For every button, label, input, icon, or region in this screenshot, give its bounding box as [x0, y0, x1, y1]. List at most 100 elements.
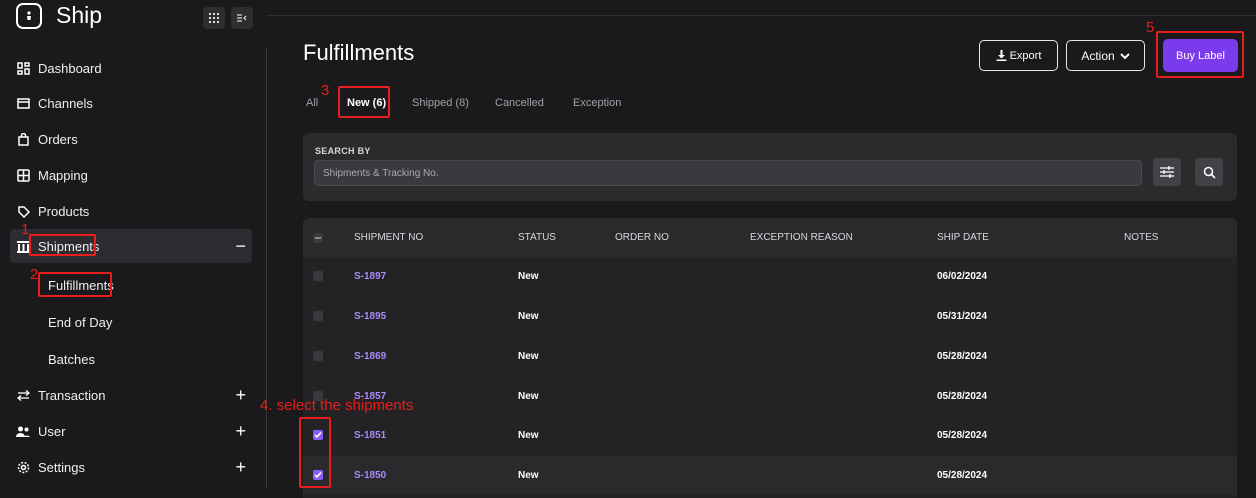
tab-all[interactable]: All	[306, 97, 318, 109]
apps-grid-icon	[209, 13, 219, 23]
sidebar-item-label: Mapping	[38, 167, 88, 183]
row-checkbox[interactable]	[313, 351, 323, 361]
minus-icon	[315, 237, 321, 239]
sidebar-subitem-end-of-day[interactable]: End of Day	[48, 315, 112, 330]
status-cell: New	[518, 470, 539, 481]
table-row[interactable]: S-1869 New 05/28/2024	[303, 337, 1237, 376]
search-icon	[1203, 166, 1216, 179]
sidebar-item-mapping[interactable]: Mapping	[10, 158, 252, 192]
column-header[interactable]: NOTES	[1124, 232, 1158, 243]
shipment-link[interactable]: S-1850	[354, 470, 386, 481]
ship-logo-icon	[16, 2, 42, 29]
sidebar-item-orders[interactable]: Orders	[10, 122, 252, 156]
annotation-box-shipments	[29, 234, 96, 256]
sidebar-item-products[interactable]: Products	[10, 194, 252, 228]
ship-date-cell: 05/28/2024	[937, 470, 988, 481]
sidebar-item-user[interactable]: User +	[10, 414, 252, 448]
apps-grid-button[interactable]	[203, 7, 225, 29]
sidebar-item-label: Settings	[38, 459, 85, 475]
sliders-icon	[1160, 166, 1174, 178]
collapse-toggle[interactable]: −	[235, 236, 246, 257]
collapse-icon	[237, 14, 247, 22]
users-icon	[16, 424, 30, 438]
annotation-box-checkboxes	[299, 417, 331, 488]
table-row[interactable]: S-1857 New 05/28/2024	[303, 377, 1237, 416]
sidebar-item-label: User	[38, 423, 66, 439]
building-icon	[16, 239, 30, 253]
brand: Ship	[16, 2, 102, 29]
search-input[interactable]	[314, 160, 1142, 186]
table-header: SHIPMENT NO STATUS ORDER NO EXCEPTION RE…	[303, 218, 1237, 257]
annotation-number: 5	[1146, 19, 1155, 36]
ship-date-cell: 05/28/2024	[937, 351, 988, 362]
table-row[interactable]: S-1851 New 05/28/2024	[303, 416, 1237, 455]
grid-icon	[16, 61, 30, 75]
sidebar-item-label: Products	[38, 203, 90, 219]
search-panel: SEARCH BY	[303, 133, 1237, 201]
shipments-table: SHIPMENT NO STATUS ORDER NO EXCEPTION RE…	[303, 218, 1237, 498]
shipment-link[interactable]: S-1851	[354, 430, 386, 441]
export-label: Export	[1009, 49, 1042, 62]
topbar-divider	[267, 15, 1256, 16]
annotation-box-new-tab	[338, 86, 390, 118]
sidebar-item-label: Orders	[38, 131, 78, 147]
chevron-down-icon	[1119, 52, 1130, 59]
tab-exception[interactable]: Exception	[573, 97, 621, 109]
swap-icon	[16, 388, 30, 402]
search-label: SEARCH BY	[315, 146, 371, 156]
column-header[interactable]: STATUS	[518, 232, 556, 243]
annotation-number: 3	[321, 82, 330, 99]
shipment-link[interactable]: S-1897	[354, 271, 386, 282]
status-cell: New	[518, 311, 539, 322]
row-checkbox[interactable]	[313, 271, 323, 281]
search-button[interactable]	[1195, 158, 1223, 186]
tab-cancelled[interactable]: Cancelled	[495, 97, 544, 109]
shipment-link[interactable]: S-1869	[354, 351, 386, 362]
status-cell: New	[518, 430, 539, 441]
table-row[interactable]: S-1895 New 05/31/2024	[303, 297, 1237, 336]
export-button[interactable]: Export	[979, 40, 1058, 71]
tag-icon	[16, 204, 30, 218]
status-cell: New	[518, 351, 539, 362]
annotation-box-fulfillments	[38, 272, 112, 297]
brand-title: Ship	[56, 2, 103, 28]
sidebar-item-settings[interactable]: Settings +	[10, 450, 252, 484]
ship-date-cell: 05/28/2024	[937, 391, 988, 402]
table-row[interactable]: S-1850 New 05/28/2024	[303, 456, 1237, 495]
select-all-checkbox[interactable]	[313, 233, 323, 243]
action-label: Action	[1081, 48, 1115, 63]
gear-icon	[16, 460, 30, 474]
ship-date-cell: 05/31/2024	[937, 311, 988, 322]
page-title: Fulfillments	[303, 40, 415, 65]
sidebar-subitem-batches[interactable]: Batches	[48, 352, 95, 367]
collapse-sidebar-button[interactable]	[231, 7, 253, 29]
shipment-link[interactable]: S-1895	[354, 311, 386, 322]
table-row[interactable]: S-1897 New 06/02/2024	[303, 257, 1237, 296]
expand-toggle[interactable]: +	[235, 421, 246, 442]
expand-toggle[interactable]: +	[235, 385, 246, 406]
column-header[interactable]: ORDER NO	[615, 232, 669, 243]
tab-shipped[interactable]: Shipped (8)	[412, 97, 469, 109]
bag-icon	[16, 132, 30, 146]
sidebar-item-label: Transaction	[38, 387, 106, 403]
sidebar-item-dashboard[interactable]: Dashboard	[10, 51, 252, 85]
sidebar-item-transaction[interactable]: Transaction +	[10, 378, 252, 412]
column-header[interactable]: SHIP DATE	[937, 232, 989, 243]
expand-toggle[interactable]: +	[235, 457, 246, 478]
download-icon	[996, 50, 1007, 61]
row-checkbox[interactable]	[313, 311, 323, 321]
action-dropdown-button[interactable]: Action	[1066, 40, 1145, 71]
filter-button[interactable]	[1153, 158, 1181, 186]
map-icon	[16, 168, 30, 182]
column-header[interactable]: SHIPMENT NO	[354, 232, 423, 243]
store-icon	[16, 96, 30, 110]
status-cell: New	[518, 391, 539, 402]
annotation-box-buy-label	[1156, 31, 1244, 78]
sidebar-item-label: Dashboard	[38, 60, 102, 76]
ship-date-cell: 05/28/2024	[937, 430, 988, 441]
sidebar-divider	[266, 48, 267, 488]
status-cell: New	[518, 271, 539, 282]
sidebar-item-channels[interactable]: Channels	[10, 86, 252, 120]
annotation-label: 4. select the shipments	[260, 397, 414, 414]
column-header[interactable]: EXCEPTION REASON	[750, 232, 853, 243]
